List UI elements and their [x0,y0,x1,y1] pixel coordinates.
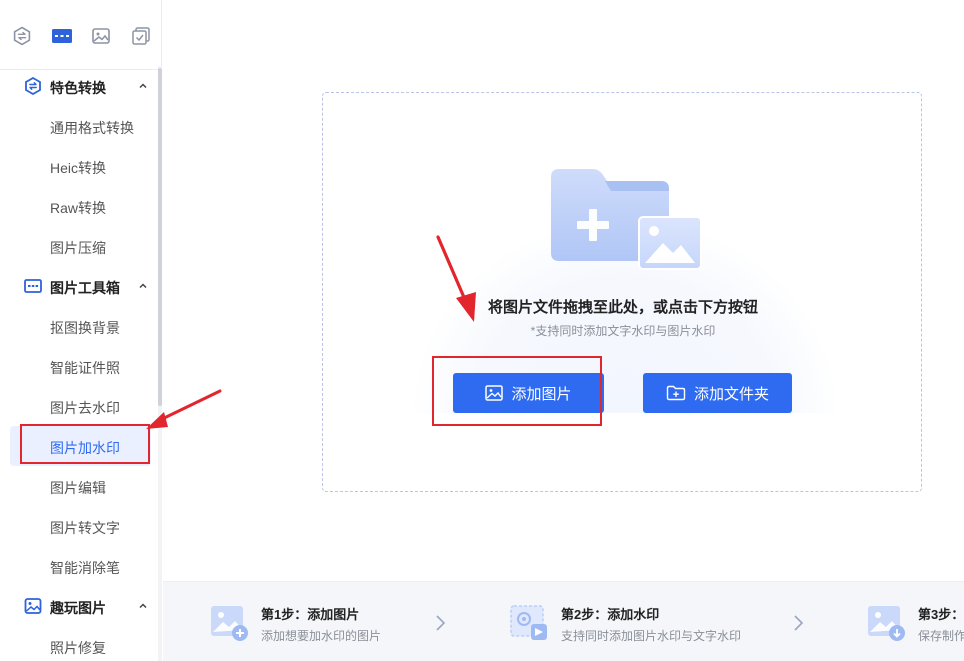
sidebar-item-format-convert[interactable]: 通用格式转换 [10,106,151,146]
sidebar-item-photo-restore[interactable]: 照片修复 [10,626,151,661]
sidebar-item-image-to-text[interactable]: 图片转文字 [10,506,151,546]
toolbox-icon [24,279,42,293]
sidebar-item-image-compress[interactable]: 图片压缩 [10,226,151,266]
sidebar: 特色转换 通用格式转换 Heic转换 Raw转换 图片压缩 图片工具箱 抠图换背… [0,0,162,661]
toolbox-icon[interactable] [50,24,74,48]
convert-icon[interactable] [10,24,34,48]
convert-icon [25,77,41,95]
image-icon [24,598,42,614]
steps-footer: 第1步：添加图片 添加想要加水印的图片 第2步：添加水印 支持同时添加图片水印与… [163,581,964,661]
group-label: 特色转换 [50,80,106,96]
folder-image-illustration-icon [551,169,702,270]
group-header-feature-convert[interactable]: 特色转换 [0,66,158,106]
save-step-icon [868,606,905,641]
chevron-up-icon [139,83,147,89]
drop-zone[interactable]: 将图片文件拖拽至此处，或点击下方按钮 *支持同时添加文字水印与图片水印 添加图片… [322,92,922,492]
chevron-up-icon [139,283,147,289]
drop-zone-subtitle: *支持同时添加文字水印与图片水印 [530,324,716,338]
sidebar-item-image-edit[interactable]: 图片编辑 [10,466,151,506]
checklist-icon[interactable] [129,24,153,48]
image-icon[interactable] [89,24,113,48]
add-watermark-step-icon [510,605,547,640]
main-content: 将图片文件拖拽至此处，或点击下方按钮 *支持同时添加文字水印与图片水印 添加图片… [163,0,964,661]
sidebar-item-raw-convert[interactable]: Raw转换 [10,186,151,226]
sidebar-item-smart-eraser[interactable]: 智能消除笔 [10,546,151,586]
group-label: 图片工具箱 [50,280,120,296]
group-header-fun-images[interactable]: 趣玩图片 [0,586,158,626]
drop-zone-title: 将图片文件拖拽至此处，或点击下方按钮 [487,299,758,316]
chevron-right-icon [794,615,804,631]
group-label: 趣玩图片 [50,600,106,616]
chevron-up-icon [139,603,147,609]
add-folder-button[interactable]: 添加文件夹 [643,373,792,413]
folder-add-icon [666,385,686,401]
group-header-image-toolbox[interactable]: 图片工具箱 [0,266,158,306]
sidebar-item-cutout-background[interactable]: 抠图换背景 [10,306,151,346]
annotation-box-sidebar [20,424,150,464]
sidebar-item-remove-watermark[interactable]: 图片去水印 [10,386,151,426]
add-image-step-icon [211,606,248,641]
sidebar-item-heic-convert[interactable]: Heic转换 [10,146,151,186]
sidebar-scrollbar-thumb[interactable] [158,68,162,406]
chevron-right-icon [436,615,446,631]
sidebar-item-id-photo[interactable]: 智能证件照 [10,346,151,386]
sidebar-top-icons [0,0,162,70]
annotation-box-add-image [432,356,602,426]
